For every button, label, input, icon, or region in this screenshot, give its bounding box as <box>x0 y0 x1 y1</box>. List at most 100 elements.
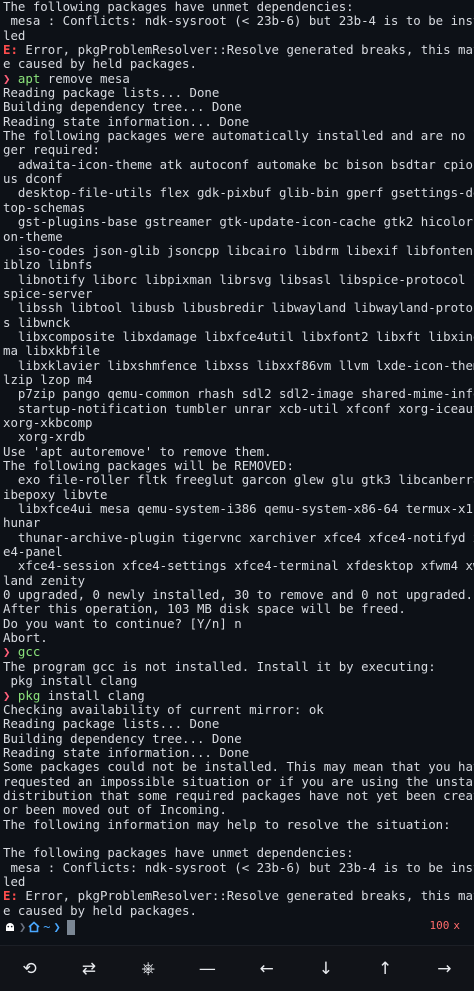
line-text: pkg install clang <box>3 674 138 689</box>
line-text: s libwnck <box>3 315 71 330</box>
ctrl-wheel-icon[interactable]: ⎈ <box>119 946 177 991</box>
line-text: The following packages will be REMOVED: <box>3 459 294 473</box>
switch-icon[interactable]: ⇄ <box>60 946 118 991</box>
line-text: Use 'apt autoremove' to remove them. <box>3 444 272 459</box>
arrow-up-icon[interactable]: ↑ <box>356 946 414 991</box>
output-line: Reading state information... Done <box>3 115 474 129</box>
line-text: libnotify liborc libpixman librsvg libsa… <box>3 272 474 287</box>
command-line: ❯ gcc <box>3 645 474 659</box>
output-line: thunar-archive-plugin tigervnc xarchiver… <box>3 531 474 545</box>
output-line: top-schemas <box>3 201 474 215</box>
output-line: on-theme <box>3 230 474 244</box>
output-line: iso-codes json-glib jsoncpp libcairo lib… <box>3 244 474 258</box>
output-line: Reading package lists... Done <box>3 717 474 731</box>
android-icon <box>3 919 17 935</box>
output-line: requested an impossible situation or if … <box>3 775 474 789</box>
output-line: e caused by held packages. <box>3 904 474 918</box>
line-text: Reading state information... Done <box>3 114 250 129</box>
prompt-arrow-icon: ❯ <box>3 71 18 86</box>
output-line: led <box>3 29 474 43</box>
output-line: The following packages have unmet depend… <box>3 846 474 860</box>
line-text: Error, pkgProblemResolver::Resolve gener… <box>17 43 474 58</box>
history-icon[interactable]: ⟲ <box>1 946 59 991</box>
error-line: E: Error, pkgProblemResolver::Resolve ge… <box>3 889 474 903</box>
prompt-separator-icon: ❯ <box>19 920 27 934</box>
line-text: adwaita-icon-theme atk autoconf automake… <box>3 157 474 172</box>
line-text: After this operation, 103 MB disk space … <box>3 602 406 617</box>
line-text: Abort. <box>3 631 48 646</box>
line-text: xorg-xrdb <box>3 430 86 445</box>
output-line: Abort. <box>3 631 474 645</box>
shell-prompt: ❯ ~ ❯ 100 x <box>3 918 474 936</box>
output-line: Some packages could not be installed. Th… <box>3 760 474 774</box>
line-text: The following packages were automaticall… <box>3 129 474 144</box>
output-lines: The following packages have unmet depend… <box>3 0 474 918</box>
output-line: mesa : Conflicts: ndk-sysroot (< 23b-6) … <box>3 861 474 875</box>
line-text: ibepoxy libvte <box>3 487 108 502</box>
output-line: ma libxkbfile <box>3 344 474 358</box>
command-line: ❯ pkg install clang <box>3 689 474 703</box>
line-text: mesa : Conflicts: ndk-sysroot (< 23b-6) … <box>3 860 474 875</box>
terminal-output[interactable]: The following packages have unmet depend… <box>0 0 474 945</box>
output-line: Building dependency tree... Done <box>3 732 474 746</box>
output-line: gst-plugins-base gstreamer gtk-update-ic… <box>3 215 474 229</box>
prompt-separator-icon: ❯ <box>53 920 61 934</box>
line-text: on-theme <box>3 229 63 244</box>
output-line: libxklavier libxshmfence libxss libxxf86… <box>3 359 474 373</box>
line-text: The following packages have unmet depend… <box>3 846 354 861</box>
line-text: Reading state information... Done <box>3 745 250 760</box>
arrow-right-icon[interactable]: → <box>415 946 473 991</box>
line-text: e caused by held packages. <box>3 57 197 72</box>
output-line: Reading package lists... Done <box>3 86 474 100</box>
output-line: libnotify liborc libpixman librsvg libsa… <box>3 273 474 287</box>
line-text: exo file-roller fltk freeglut garcon gle… <box>3 473 474 488</box>
line-text: iblzo libnfs <box>3 258 93 273</box>
output-line: or been moved out of Incoming. <box>3 803 474 817</box>
line-text: land zenity <box>3 573 86 588</box>
line-text: ma libxkbfile <box>3 344 100 359</box>
output-line: The program gcc is not installed. Instal… <box>3 660 474 674</box>
line-text: thunar-archive-plugin tigervnc xarchiver… <box>3 530 474 545</box>
output-line: libxfce4ui mesa qemu-system-i386 qemu-sy… <box>3 502 474 516</box>
line-text: xfce4-session xfce4-settings xfce4-termi… <box>3 559 474 574</box>
arrow-down-icon[interactable]: ↓ <box>297 946 355 991</box>
line-text: Reading package lists... Done <box>3 717 220 732</box>
arrow-left-icon[interactable]: ← <box>238 946 296 991</box>
line-text: iso-codes json-glib jsoncpp libcairo lib… <box>3 243 474 258</box>
exit-status: 100 x <box>430 919 461 932</box>
output-line: 0 upgraded, 0 newly installed, 30 to rem… <box>3 588 474 602</box>
line-text: libxklavier libxshmfence libxss libxxf86… <box>3 358 474 373</box>
line-text: Do you want to continue? [Y/n] n <box>3 616 242 631</box>
prompt-directory: ~ <box>43 920 51 934</box>
line-text: or been moved out of Incoming. <box>3 803 227 818</box>
line-text: Building dependency tree... Done <box>3 731 242 746</box>
line-text: 0 upgraded, 0 newly installed, 30 to rem… <box>3 588 473 603</box>
output-line: desktop-file-utils flex gdk-pixbuf glib-… <box>3 186 474 200</box>
output-line: xorg-xkbcomp <box>3 416 474 430</box>
line-text: install clang <box>40 688 145 703</box>
prompt-arrow-icon: ❯ <box>3 645 18 660</box>
output-line: The following packages were automaticall… <box>3 129 474 143</box>
extra-keys-bar: ⟲ ⇄ ⎈ — ← ↓ ↑ → <box>0 945 474 991</box>
line-text: us dconf <box>3 172 63 187</box>
output-line: The following packages will be REMOVED: <box>3 459 474 473</box>
output-line: land zenity <box>3 574 474 588</box>
output-line: adwaita-icon-theme atk autoconf automake… <box>3 158 474 172</box>
line-text: gst-plugins-base gstreamer gtk-update-ic… <box>3 215 474 230</box>
output-line: ibepoxy libvte <box>3 488 474 502</box>
line-text: libssh libtool libusb libusbredir libway… <box>3 301 474 316</box>
line-text: desktop-file-utils flex gdk-pixbuf glib-… <box>3 186 474 201</box>
error-prefix: E: <box>3 43 18 58</box>
error-x-icon: x <box>453 919 460 932</box>
line-text: ger required: <box>3 143 100 158</box>
output-line: lzip lzop m4 <box>3 373 474 387</box>
dash-key[interactable]: — <box>178 946 236 991</box>
output-line: spice-server <box>3 287 474 301</box>
line-text: hunar <box>3 516 41 531</box>
output-line: pkg install clang <box>3 674 474 688</box>
line-text: libxcomposite libxdamage libxfce4util li… <box>3 329 474 344</box>
line-text: Some packages could not be installed. Th… <box>3 760 474 775</box>
line-text: led <box>3 874 26 889</box>
command-name: pkg <box>17 688 41 703</box>
